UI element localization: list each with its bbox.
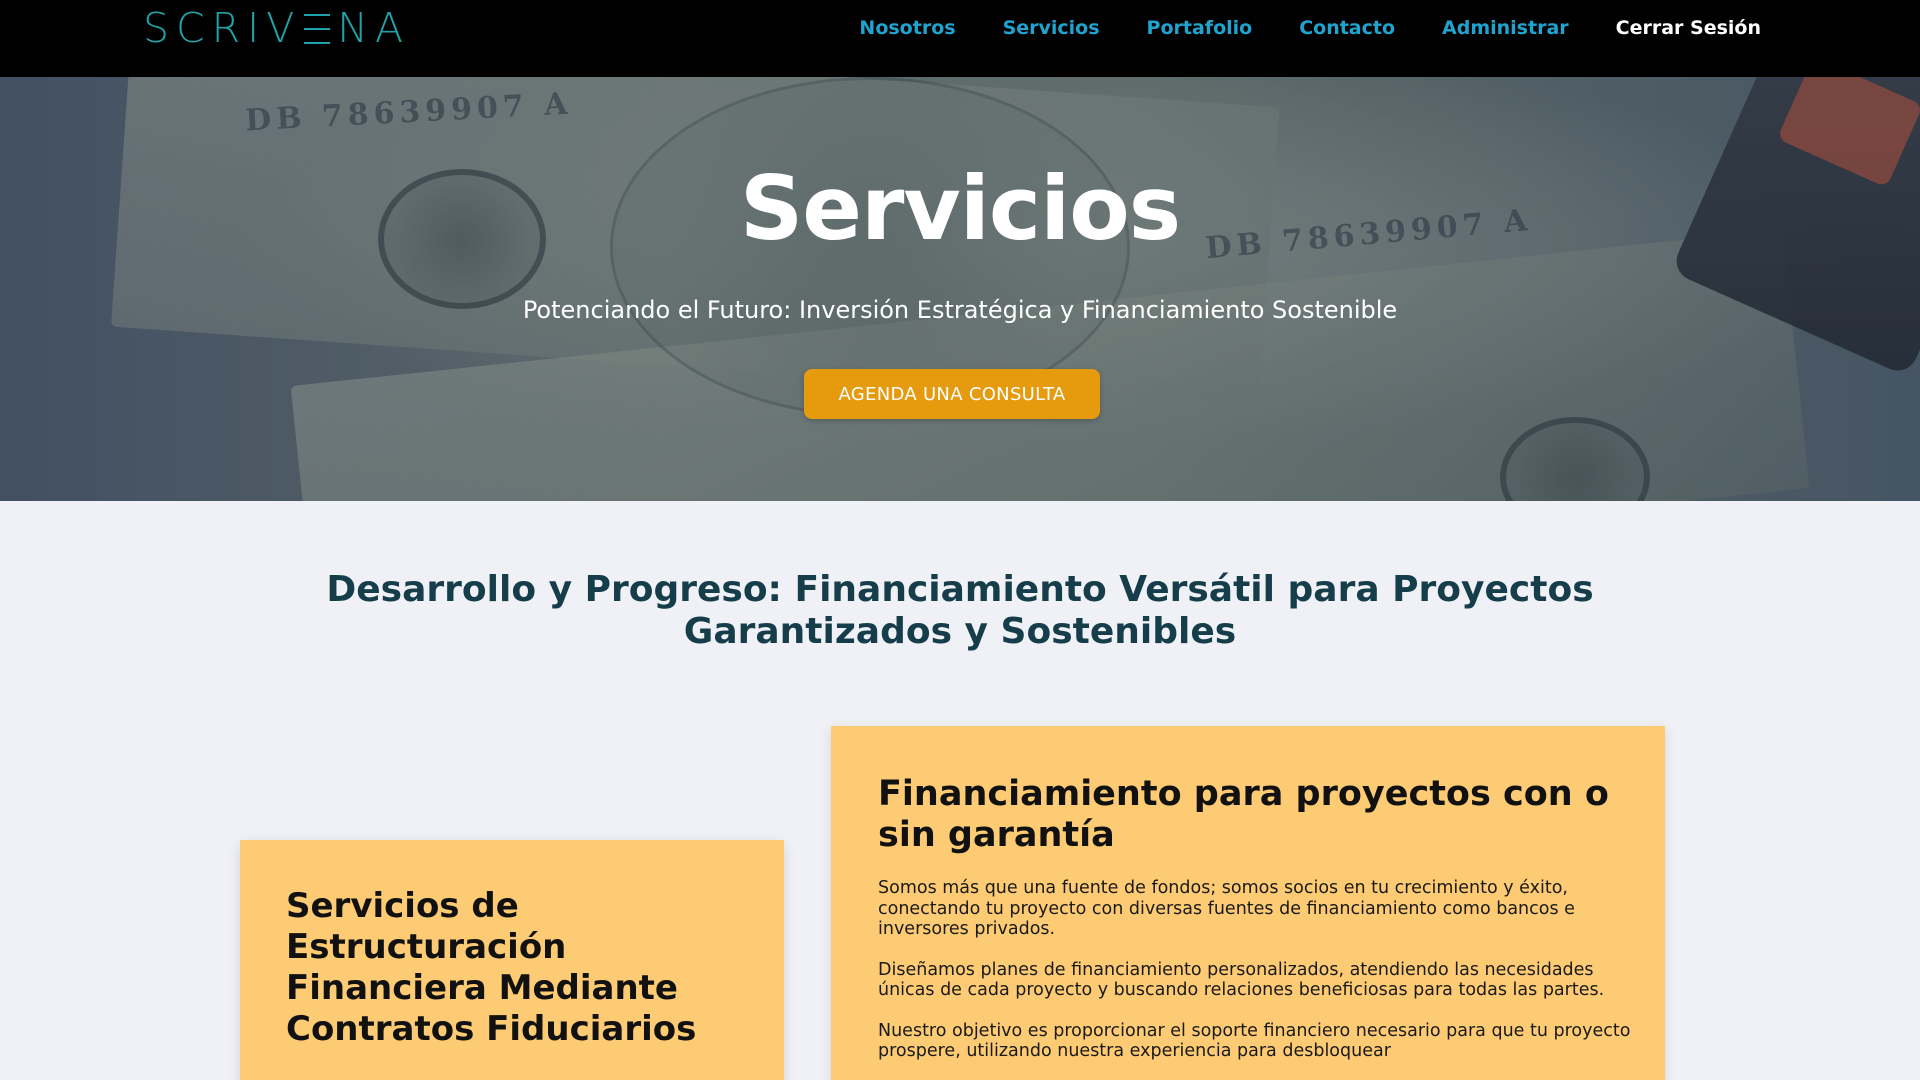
card-paragraph: Somos más que una fuente de fondos; somo…	[878, 878, 1575, 939]
nav-link-portafolio[interactable]: Portafolio	[1147, 14, 1253, 42]
card-title: Financiamiento para proyectos con o sin …	[878, 774, 1609, 855]
main-nav: Nosotros Servicios Portafolio Contacto A…	[812, 14, 1761, 42]
card-title: Servicios de Estructuración Financiera M…	[286, 886, 697, 1049]
logo-text-end: NA	[337, 4, 410, 52]
service-card-fiduciary: Servicios de Estructuración Financiera M…	[240, 840, 784, 1080]
schedule-consultation-button[interactable]: AGENDA UNA CONSULTA	[804, 369, 1100, 419]
hero-banner: DB 78639907 A DB 78639907 A Servicios Po…	[0, 77, 1920, 501]
top-navbar: SCRIV NA Nosotros Servicios Portafolio Co…	[0, 0, 1920, 77]
service-card-financing: Financiamiento para proyectos con o sin …	[831, 726, 1665, 1080]
hero-title: Servicios	[739, 157, 1181, 260]
scrivena-logo[interactable]: SCRIV NA	[143, 4, 410, 52]
nav-link-contacto[interactable]: Contacto	[1299, 14, 1395, 42]
section-heading: Desarrollo y Progreso: Financiamiento Ve…	[0, 569, 1920, 653]
card-body: Somos más que una fuente de fondos; somo…	[878, 878, 1638, 1080]
hero-overlay	[0, 77, 1920, 501]
nav-link-administrar[interactable]: Administrar	[1442, 14, 1569, 42]
nav-link-servicios[interactable]: Servicios	[1003, 14, 1100, 42]
hero-subtitle: Potenciando el Futuro: Inversión Estraté…	[522, 296, 1398, 324]
card-paragraph: Diseñamos planes de financiamiento perso…	[878, 959, 1605, 1001]
section-heading-line2: Garantizados y Sostenibles	[683, 611, 1237, 652]
card-paragraph: Nuestro objetivo es proporcionar el sopo…	[878, 1020, 1631, 1062]
logo-e-glyph	[304, 12, 331, 45]
logout-link[interactable]: Cerrar Sesión	[1616, 14, 1761, 42]
logo-text: SCRIV	[143, 4, 302, 52]
nav-link-nosotros[interactable]: Nosotros	[859, 14, 955, 42]
section-heading-line1: Desarrollo y Progreso: Financiamiento Ve…	[326, 569, 1594, 610]
